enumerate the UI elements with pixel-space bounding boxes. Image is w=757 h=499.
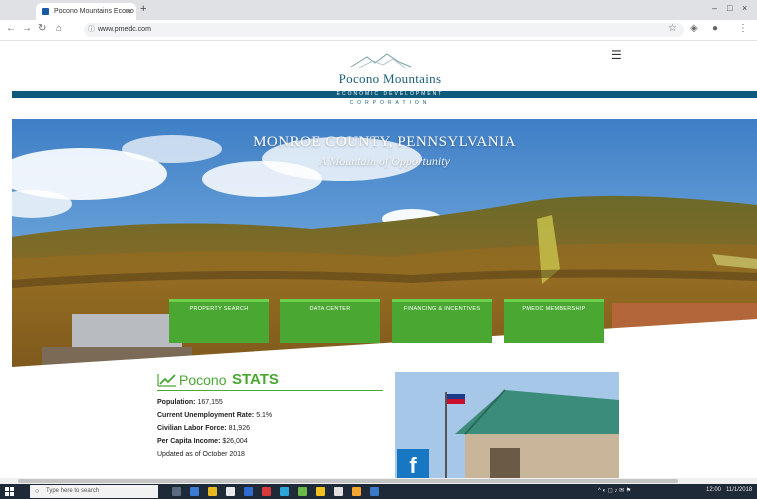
reload-icon[interactable]: ↻ xyxy=(38,23,46,34)
back-icon[interactable]: ← xyxy=(6,23,16,34)
mail-icon[interactable] xyxy=(244,487,253,496)
logo-subtitle-1: ECONOMIC DEVELOPMENT xyxy=(336,91,444,97)
close-window-button[interactable]: × xyxy=(742,3,747,13)
store-icon[interactable] xyxy=(226,487,235,496)
edge-icon[interactable] xyxy=(190,487,199,496)
stats-heading: Pocono STATS xyxy=(157,370,383,391)
forward-icon[interactable]: → xyxy=(22,23,32,34)
financing-incentives-button[interactable]: FINANCING & INCENTIVES xyxy=(392,299,492,343)
facebook-button[interactable]: f xyxy=(397,449,429,481)
property-search-button[interactable]: PROPERTY SEARCH xyxy=(169,299,269,343)
logo-mountain-icon xyxy=(350,53,412,69)
account-icon[interactable]: ● xyxy=(712,23,718,34)
app-icon-green[interactable] xyxy=(298,487,307,496)
app-icon-orange[interactable] xyxy=(352,487,361,496)
app-icon-white[interactable] xyxy=(334,487,343,496)
windows-start-icon[interactable] xyxy=(5,487,14,496)
hero-subtitle: A Mountain of Opportunity xyxy=(319,154,450,168)
stat-labor-force: Civilian Labor Force: 81,926 xyxy=(157,425,250,432)
stats-title-bold: STATS xyxy=(232,371,279,388)
url-text: www.pmedc.com xyxy=(98,26,151,33)
star-icon[interactable]: ☆ xyxy=(668,23,677,34)
home-icon[interactable]: ⌂ xyxy=(56,23,62,34)
site-header: ☰ Pocono Mountains ECONOMIC DEVELOPMENT … xyxy=(0,41,757,119)
address-bar[interactable]: ⓘ www.pmedc.com xyxy=(84,23,684,37)
stat-per-capita-income: Per Capita Income: $26,004 xyxy=(157,438,248,445)
windows-taskbar: ○ Type here to search ^ ◐ ◻ ♪ ✉ ⚑ 12:00 … xyxy=(0,484,757,499)
data-center-button[interactable]: DATA CENTER xyxy=(280,299,380,343)
stats-updated-note: Updated as of October 2018 xyxy=(157,451,245,458)
logo-subtitle-2: CORPORATION xyxy=(349,100,431,106)
file-explorer-icon[interactable] xyxy=(208,487,217,496)
extensions-icon[interactable]: ◈ xyxy=(690,23,698,34)
system-tray-icons[interactable]: ^ ◐ ◻ ♪ ✉ ⚑ xyxy=(598,487,631,494)
browser-tab[interactable]: Pocono Mountains Econo × xyxy=(36,3,136,20)
search-icon: ○ xyxy=(35,488,40,495)
app-icon-red[interactable] xyxy=(262,487,271,496)
stats-title-light: Pocono xyxy=(179,372,227,388)
app-icon-blue[interactable] xyxy=(280,487,289,496)
new-tab-button[interactable]: + xyxy=(140,3,146,15)
maximize-button[interactable]: □ xyxy=(727,3,732,13)
membership-button[interactable]: PMEDC MEMBERSHIP xyxy=(504,299,604,343)
hero-title: MONROE COUNTY, PENNSYLVANIA xyxy=(253,134,516,150)
scrollbar-thumb[interactable] xyxy=(18,479,678,483)
taskbar-search-box[interactable]: ○ Type here to search xyxy=(30,485,158,498)
hero-banner: MONROE COUNTY, PENNSYLVANIA A Mountain o… xyxy=(12,119,757,367)
clock-date[interactable]: 11/1/2018 xyxy=(726,487,752,493)
stat-population: Population: 167,155 xyxy=(157,399,223,406)
minimize-button[interactable]: – xyxy=(712,3,717,13)
task-view-icon[interactable] xyxy=(172,487,181,496)
hamburger-menu-icon[interactable]: ☰ xyxy=(611,48,622,62)
browser-toolbar: ← → ↻ ⌂ ⓘ www.pmedc.com ☆ ◈ ● ⋮ xyxy=(0,20,757,41)
stat-unemployment: Current Unemployment Rate: 5.1% xyxy=(157,412,273,419)
clock-time[interactable]: 12:00 xyxy=(706,487,721,493)
search-placeholder: Type here to search xyxy=(46,488,100,494)
app-icon-outlook[interactable] xyxy=(370,487,379,496)
tab-title: Pocono Mountains Econo xyxy=(54,8,134,15)
lock-icon: ⓘ xyxy=(88,26,95,33)
menu-icon[interactable]: ⋮ xyxy=(738,23,748,34)
chrome-icon[interactable] xyxy=(316,487,325,496)
site-favicon-icon xyxy=(42,8,49,15)
logo-name: Pocono Mountains xyxy=(338,71,442,86)
tab-close-icon[interactable]: × xyxy=(126,3,131,20)
trend-chart-icon xyxy=(157,374,176,387)
browser-tab-bar: Pocono Mountains Econo × + – □ × xyxy=(0,0,757,20)
